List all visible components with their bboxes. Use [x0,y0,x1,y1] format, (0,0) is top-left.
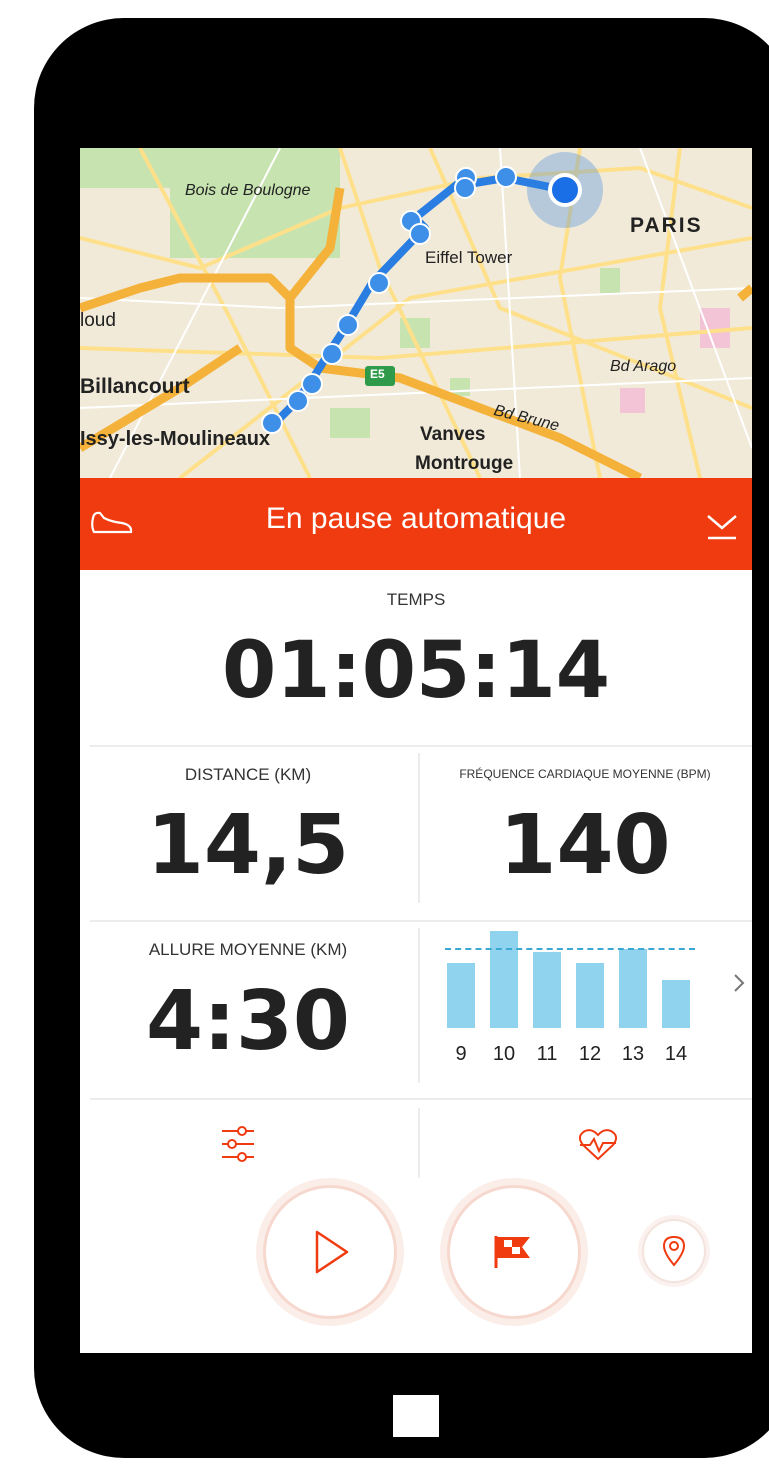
chart-x-tick-label: 13 [621,1043,645,1065]
chart-bar [619,948,647,1028]
lap-flag-button[interactable] [450,1188,578,1316]
distance-label: DISTANCE (KM) [184,765,312,784]
map-label-billancourt: Billancourt [80,375,190,398]
average-line [445,947,695,950]
app-screen: Bois de Boulogne PARIS Eiffel Tower loud… [80,148,752,1353]
time-value: 01:05:14 [221,626,611,716]
pace-value: 4:30 [146,974,350,1069]
current-location-dot [548,173,582,207]
home-button[interactable] [393,1395,439,1437]
chart-x-tick-label: 10 [492,1043,516,1065]
pace-label: ALLURE MOYENNE (KM) [148,940,348,959]
chart-x-tick-label: 14 [664,1043,688,1065]
map-label-paris: PARIS [630,214,703,237]
map-label-e5: E5 [370,367,385,381]
activity-status-bar[interactable]: En pause automatique [80,478,752,570]
divider [418,928,420,1083]
chart-x-tick-label: 11 [536,1043,558,1065]
heart-rate-label: FRÉQUENCE CARDIAQUE MOYENNE (BPM) [459,767,711,781]
map-label-eiffel-tower: Eiffel Tower [425,248,513,267]
divider [418,1108,420,1178]
map-label-vanves: Vanves [420,424,486,445]
time-label: TEMPS [386,590,446,609]
play-icon [315,1230,349,1274]
chart-bar [490,930,518,1028]
chart-bar [576,963,604,1028]
heart-rate-value: 140 [499,798,671,893]
checkered-flag-icon [494,1236,530,1268]
divider [90,745,752,747]
chart-x-tick-label: 12 [578,1043,602,1065]
play-button[interactable] [266,1188,394,1316]
heart-rate-icon[interactable] [578,1128,618,1162]
map-location-button[interactable] [644,1221,704,1281]
chevron-right-icon[interactable] [732,971,746,995]
chart-bar [447,963,475,1028]
map-label-bd-arago: Bd Arago [610,358,677,375]
chevron-down-icon[interactable] [704,508,740,542]
map-label-montrouge: Montrouge [415,453,514,474]
map-label-loud: loud [80,310,116,331]
sliders-icon[interactable] [220,1123,256,1165]
chart-bar [533,951,561,1028]
map-label-issy: Issy-les-Moulineaux [80,428,271,450]
chart-x-tick-label: 9 [455,1043,467,1065]
location-pin-icon [662,1235,686,1267]
status-title: En pause automatique [265,502,567,535]
chart-bar [662,980,690,1028]
divider [90,920,752,922]
heart-rate-zone-chart[interactable] [445,928,695,1028]
map-label-bois-de-boulogne: Bois de Boulogne [185,182,311,199]
distance-value: 14,5 [146,798,350,893]
route-map[interactable]: Bois de Boulogne PARIS Eiffel Tower loud… [80,148,752,478]
divider [90,1098,752,1100]
